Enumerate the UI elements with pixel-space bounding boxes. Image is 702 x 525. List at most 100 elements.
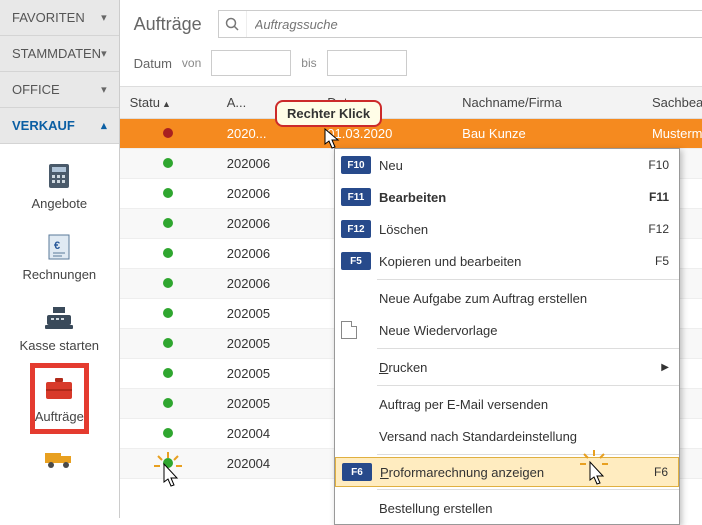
sidebar-item-label: Aufträge	[35, 409, 84, 424]
click-cursor-icon	[580, 450, 612, 486]
table-cell: 202006	[217, 149, 318, 179]
context-menu-item[interactable]: Bestellung erstellen	[335, 492, 679, 524]
sidebar-item-auftraege[interactable]: Aufträge	[0, 369, 119, 440]
context-menu-item[interactable]: F11BearbeitenF11	[335, 181, 679, 213]
table-cell	[120, 329, 217, 359]
menu-separator	[377, 454, 679, 455]
table-cell: 202005	[217, 329, 318, 359]
table-cell: Bau Kunze	[452, 119, 642, 149]
table-cell: 202006	[217, 179, 318, 209]
shortcut-badge: F12	[341, 220, 371, 238]
context-menu-item[interactable]: F10NeuF10	[335, 149, 679, 181]
menu-item-label: Neue Wiedervorlage	[379, 323, 669, 338]
table-cell: Mustermann, ...	[642, 119, 702, 149]
section-label: VERKAUF	[12, 118, 75, 133]
menu-item-label: Neue Aufgabe zum Auftrag erstellen	[379, 291, 669, 306]
table-cell	[120, 389, 217, 419]
menu-item-label: Auftrag per E-Mail versenden	[379, 397, 669, 412]
cash-register-icon	[41, 304, 77, 332]
menu-item-label: Drucken	[379, 360, 661, 375]
sidebar-section-office[interactable]: OFFICE ▾	[0, 72, 119, 108]
context-menu-item[interactable]: Auftrag per E-Mail versenden	[335, 388, 679, 420]
table-cell: 202006	[217, 239, 318, 269]
column-header[interactable]: Sachbearbeiter/	[642, 87, 702, 119]
table-cell	[120, 239, 217, 269]
context-menu-item[interactable]: F6Proformarechnung anzeigenF6	[335, 457, 679, 487]
table-cell: 202004	[217, 419, 318, 449]
shortcut-badge: F6	[342, 463, 372, 481]
filter-bar: Datum von bis J F M A M	[120, 44, 702, 86]
filter-bis-label: bis	[301, 56, 316, 70]
table-cell	[120, 119, 217, 149]
section-label: FAVORITEN	[12, 10, 85, 25]
menu-item-label: Proformarechnung anzeigen	[380, 465, 654, 480]
menu-item-shortcut: F6	[654, 465, 668, 479]
date-from-input[interactable]	[211, 50, 291, 76]
sidebar-item-rechnungen[interactable]: € Rechnungen	[0, 227, 119, 298]
menu-item-label: Kopieren und bearbeiten	[379, 254, 655, 269]
menu-item-label: Löschen	[379, 222, 648, 237]
sidebar-section-verkauf[interactable]: VERKAUF ▴	[0, 108, 119, 144]
submenu-arrow-icon: ▶	[661, 362, 669, 373]
invoice-icon: €	[41, 233, 77, 261]
menu-item-label: Neu	[379, 158, 648, 173]
menu-separator	[377, 279, 679, 280]
menu-item-shortcut: F5	[655, 254, 669, 268]
table-cell: 202005	[217, 389, 318, 419]
context-menu-item[interactable]: Neue Wiedervorlage	[335, 314, 679, 346]
menu-item-label: Versand nach Standardeinstellung	[379, 429, 669, 444]
sidebar-section-favoriten[interactable]: FAVORITEN ▾	[0, 0, 119, 36]
calculator-icon	[41, 162, 77, 190]
context-menu-item[interactable]: Drucken▶	[335, 351, 679, 383]
table-cell	[120, 269, 217, 299]
document-icon	[341, 321, 357, 339]
table-cell	[120, 179, 217, 209]
filter-label: Datum	[134, 56, 172, 71]
table-cell: 202005	[217, 299, 318, 329]
table-cell: 202004	[217, 449, 318, 479]
page-title: Aufträge	[134, 14, 202, 35]
sidebar-item-kasse[interactable]: Kasse starten	[0, 298, 119, 369]
table-cell: 202006	[217, 269, 318, 299]
context-menu-item[interactable]: Versand nach Standardeinstellung	[335, 420, 679, 452]
tooltip-rechter-klick: Rechter Klick	[275, 100, 382, 127]
search-input[interactable]	[247, 17, 702, 32]
table-cell	[120, 299, 217, 329]
sidebar-item-angebote[interactable]: Angebote	[0, 156, 119, 227]
table-cell	[120, 419, 217, 449]
search-box[interactable]	[218, 10, 702, 38]
table-cell: 202005	[217, 359, 318, 389]
chevron-down-icon: ▾	[101, 11, 107, 24]
sidebar-item-label: Kasse starten	[20, 338, 100, 353]
menu-item-label: Bestellung erstellen	[379, 501, 669, 516]
search-icon	[219, 11, 247, 37]
sidebar-section-stammdaten[interactable]: STAMMDATEN ▾	[0, 36, 119, 72]
context-menu-item[interactable]: F5Kopieren und bearbeitenF5	[335, 245, 679, 277]
shortcut-badge: F5	[341, 252, 371, 270]
menu-item-shortcut: F10	[648, 158, 669, 172]
sidebar-item-label: Rechnungen	[22, 267, 96, 282]
sidebar-item-label: Angebote	[31, 196, 87, 211]
menu-item-shortcut: F11	[649, 190, 669, 204]
table-cell	[120, 149, 217, 179]
column-header[interactable]: Statu▲	[120, 87, 217, 119]
table-row[interactable]: 2020...01.03.2020Bau KunzeMustermann, ..…	[120, 119, 702, 149]
context-menu-item[interactable]: Neue Aufgabe zum Auftrag erstellen	[335, 282, 679, 314]
section-label: STAMMDATEN	[12, 46, 101, 61]
titlebar: Aufträge	[120, 0, 702, 44]
section-label: OFFICE	[12, 82, 60, 97]
cursor-icon	[324, 128, 342, 150]
context-menu-item[interactable]: F12LöschenF12	[335, 213, 679, 245]
column-header[interactable]: Nachname/Firma	[452, 87, 642, 119]
menu-item-shortcut: F12	[648, 222, 669, 236]
briefcase-icon	[41, 375, 77, 403]
table-cell	[120, 359, 217, 389]
sidebar-item-next[interactable]	[0, 440, 119, 474]
svg-text:€: €	[54, 240, 60, 252]
menu-separator	[377, 385, 679, 386]
shortcut-badge: F11	[341, 188, 371, 206]
sidebar: FAVORITEN ▾ STAMMDATEN ▾ OFFICE ▾ VERKAU…	[0, 0, 120, 518]
date-to-input[interactable]	[327, 50, 407, 76]
chevron-up-icon: ▴	[101, 119, 107, 132]
menu-separator	[377, 489, 679, 490]
